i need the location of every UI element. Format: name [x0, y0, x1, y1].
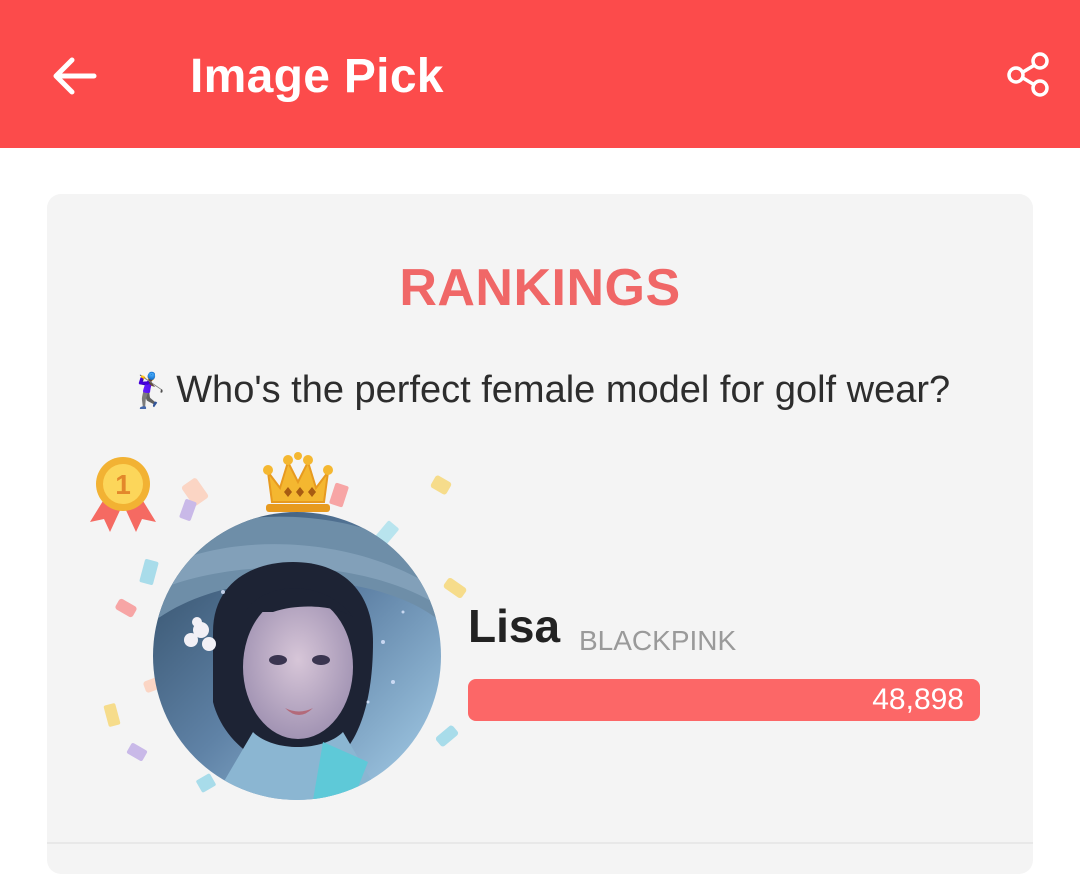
- rankings-heading: RANKINGS: [399, 259, 681, 317]
- vote-progress-bar: 48,898: [468, 679, 980, 721]
- back-button[interactable]: [50, 54, 98, 98]
- poll-question-text: Who's the perfect female model for golf …: [176, 369, 951, 411]
- share-icon: [1007, 52, 1049, 97]
- poll-question: 🏌️‍♀️ Who's the perfect female model for …: [0, 366, 1080, 415]
- nominee-name: Lisa: [468, 600, 561, 652]
- divider: [47, 842, 1033, 844]
- arrow-left-icon: [53, 57, 97, 95]
- vote-count: 48,898: [872, 683, 964, 716]
- share-button[interactable]: [1004, 50, 1052, 98]
- avatar[interactable]: [153, 512, 441, 800]
- app-bar: Image Pick: [0, 0, 1080, 148]
- nominee-group: BLACKPINK: [579, 625, 737, 656]
- golfer-emoji-icon: 🏌️‍♀️: [129, 372, 173, 410]
- page-title: Image Pick: [190, 50, 444, 103]
